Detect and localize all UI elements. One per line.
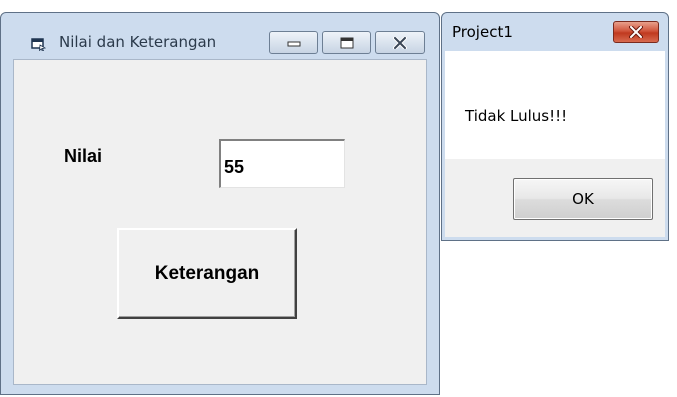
close-icon (629, 26, 643, 38)
maximize-icon (340, 37, 353, 48)
nilai-input[interactable] (219, 139, 345, 188)
message-area (445, 51, 665, 159)
message-text: Tidak Lulus!!! (465, 107, 568, 125)
window-title: Nilai dan Keterangan (59, 33, 217, 51)
maximize-button[interactable] (322, 31, 371, 54)
form-icon[interactable] (31, 36, 47, 52)
message-box-close-button[interactable] (613, 21, 659, 43)
close-icon (393, 36, 407, 49)
main-titlebar[interactable]: Nilai dan Keterangan (1, 13, 439, 59)
ok-button[interactable]: OK (513, 178, 653, 220)
minimize-icon (287, 41, 300, 46)
close-button[interactable] (375, 31, 425, 54)
message-box: Project1 Tidak Lulus!!! OK (441, 12, 669, 241)
main-window: Nilai dan Keterangan Nilai Keterangan (0, 12, 440, 395)
main-client-area: Nilai Keterangan (13, 59, 427, 385)
minimize-button[interactable] (269, 31, 318, 54)
message-box-title: Project1 (452, 23, 513, 41)
nilai-label: Nilai (64, 146, 103, 166)
keterangan-button[interactable]: Keterangan (117, 228, 297, 319)
message-box-client: Tidak Lulus!!! OK (445, 51, 665, 237)
